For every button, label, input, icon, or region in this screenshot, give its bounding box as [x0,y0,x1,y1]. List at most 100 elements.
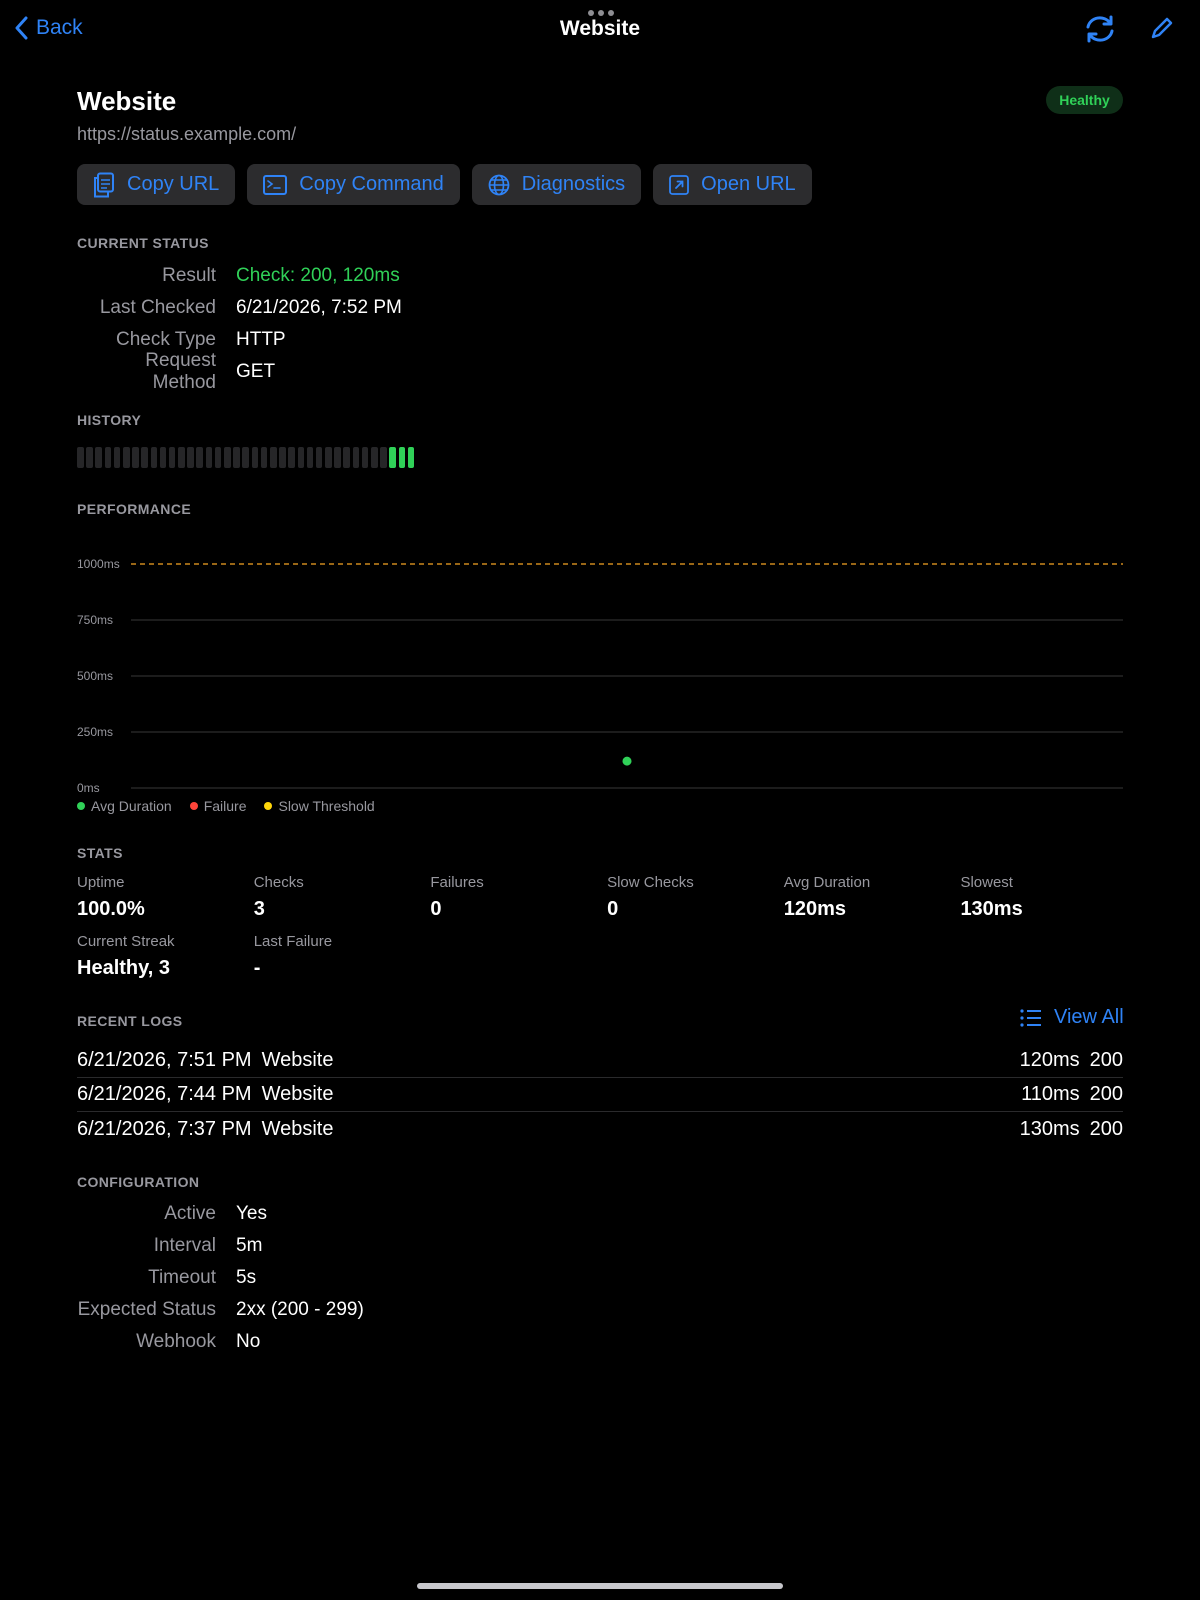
history-slot-empty [214,447,222,468]
status-key: Result [162,265,216,286]
history-slot-empty [242,447,249,468]
action-buttons: Copy URL Copy Command Diagnostics Open U… [77,164,812,205]
stat-slow-checks: Slow Checks 0 [607,874,784,921]
history-slot-healthy [407,447,415,468]
stat-uptime: Uptime 100.0% [77,874,254,921]
refresh-button[interactable] [1084,14,1116,49]
history-slot-empty [251,447,259,468]
log-name: Website [261,1083,334,1105]
history-slot-empty [205,447,213,468]
page-title: Website [77,86,177,116]
history-slot-empty [122,447,130,468]
stat-label: Uptime [77,874,125,891]
view-all-button[interactable]: View All [1020,1006,1124,1029]
log-duration: 130ms [1019,1117,1080,1140]
log-name: Website [261,1049,334,1071]
view-all-label: View All [1054,1006,1124,1028]
history-slot-empty [361,447,369,468]
history-slot-empty [86,447,93,468]
stat-value: Healthy, 3 [77,957,170,979]
history-slot-empty [306,447,314,468]
window-grabber-icon[interactable] [588,10,614,16]
legend-item-failure: Failure [189,798,247,814]
stats-grid: Uptime 100.0% Checks 3 Failures 0 Slow C… [77,874,1137,980]
history-slot-empty [187,447,194,468]
stat-value: 100.0% [77,898,145,920]
history-bar [77,447,415,468]
current-status-list: Result Check: 200, 120ms Last Checked 6/… [77,260,677,393]
home-indicator[interactable] [417,1583,783,1589]
history-slot-empty [269,447,277,468]
log-row[interactable]: 6/21/2026, 7:51 PM Website 120ms 200 [77,1044,1123,1078]
open-url-button[interactable]: Open URL [653,164,812,205]
log-duration: 120ms [1019,1049,1080,1071]
config-row-webhook: Webhook No [77,1326,677,1358]
config-value: 5m [236,1235,263,1256]
stat-checks: Checks 3 [254,874,431,921]
history-slot-empty [150,447,158,468]
config-row-expected-status: Expected Status 2xx (200 - 299) [77,1294,677,1326]
performance-chart: 1000ms 750ms 500ms 250ms 0ms [77,557,1123,795]
stat-label: Checks [253,874,304,891]
stat-value: 120ms [783,898,847,920]
config-value: 2xx (200 - 299) [236,1299,364,1320]
log-status: 200 [1089,1049,1123,1071]
history-slot-empty [113,447,121,468]
status-value: HTTP [236,329,286,350]
legend-label: Slow Threshold [278,798,375,814]
legend-label: Failure [203,798,247,814]
log-name: Website [261,1117,334,1140]
stat-label: Slowest [960,874,1013,891]
config-value: 5s [236,1267,257,1288]
y-tick-label: 500ms [77,669,113,683]
status-value: Check: 200, 120ms [236,265,400,286]
history-slot-empty [352,447,360,468]
config-row-active: Active Yes [77,1198,677,1230]
diagnostics-button[interactable]: Diagnostics [471,164,642,205]
status-key: Request Method [145,350,216,393]
status-value: GET [236,361,276,382]
stat-value: 3 [253,898,265,920]
history-slot-healthy [398,447,406,468]
globe-icon [488,174,510,195]
log-row[interactable]: 6/21/2026, 7:37 PM Website 130ms 200 [77,1112,1123,1146]
list-icon [1020,1008,1041,1027]
history-slot-empty [260,447,268,468]
legend-dot-icon [77,802,85,810]
stat-label: Failures [430,874,484,891]
monitor-url: https://status.example.com/ [77,124,297,144]
config-key: Active [164,1203,216,1224]
status-value: 6/21/2026, 7:52 PM [236,297,402,318]
history-slot-empty [343,447,351,468]
history-slot-empty [279,447,286,468]
config-key: Timeout [148,1267,216,1288]
legend-item-slow-threshold: Slow Threshold [264,798,375,814]
stat-label: Current Streak [77,933,175,950]
configuration-heading: CONFIGURATION [77,1174,200,1190]
status-row-request-method: Request Method GET [77,350,677,393]
diagnostics-label: Diagnostics [521,173,626,195]
copy-command-button[interactable]: Copy Command [247,164,460,205]
refresh-icon [1086,15,1114,43]
history-slot-empty [77,447,84,468]
status-key: Last Checked [99,297,216,318]
config-key: Webhook [136,1331,216,1352]
history-slot-empty [297,447,305,468]
history-slot-empty [334,447,341,468]
history-slot-empty [380,447,387,468]
recent-logs-heading: RECENT LOGS [77,1013,183,1029]
stat-value: - [253,957,261,979]
stats-heading: STATS [77,845,123,861]
history-slot-empty [315,447,323,468]
history-slot-healthy [389,447,396,468]
y-tick-label: 250ms [77,725,113,739]
log-row[interactable]: 6/21/2026, 7:44 PM Website 110ms 200 [77,1078,1123,1112]
stat-slowest: Slowest 130ms [960,874,1137,921]
navigation-bar: Back Website [0,0,1200,58]
history-slot-empty [159,447,167,468]
edit-button[interactable] [1150,16,1174,45]
history-heading: HISTORY [77,412,142,428]
copy-url-button[interactable]: Copy URL [77,164,236,205]
history-slot-empty [224,447,231,468]
stat-label: Avg Duration [783,874,871,891]
